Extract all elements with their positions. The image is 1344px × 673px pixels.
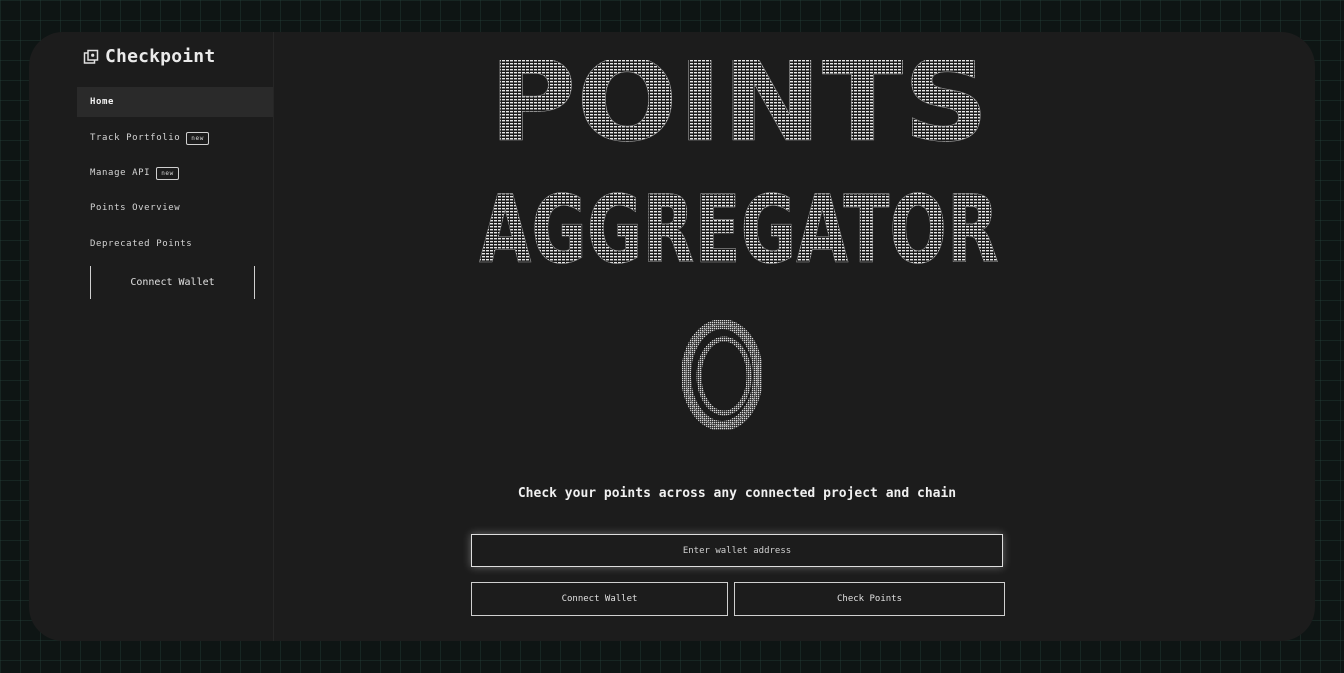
sidebar-item-points-overview[interactable]: Points Overview [77,193,273,223]
hero-line-2: AGGREGATOR [479,184,999,274]
sidebar-item-label: Track Portfolio [90,133,181,143]
sidebar-item-label: Points Overview [90,203,181,213]
connect-wallet-button[interactable]: Connect Wallet [471,582,728,616]
sidebar-item-label: Deprecated Points [90,239,193,249]
tagline: Check your points across any connected p… [517,486,957,501]
sidebar-item-deprecated-points[interactable]: Deprecated Points [77,229,273,259]
wallet-address-input[interactable] [471,534,1003,567]
brand-name: Checkpoint [105,46,216,67]
main-content: POINTS AGGREGATOR Check your points acro… [274,32,1315,641]
checkpoint-logo-icon [83,49,99,64]
sidebar-item-manage-api[interactable]: Manage API new [77,158,273,188]
brand[interactable]: Checkpoint [83,46,215,67]
sidebar-item-track-portfolio[interactable]: Track Portfolio new [77,123,273,153]
sidebar-item-label: Manage API [90,168,151,178]
sidebar-connect-wallet-button[interactable]: Connect Wallet [90,266,255,299]
hero-title-aggregator: AGGREGATOR [479,184,1000,274]
new-badge: new [156,166,179,180]
hero-title-points: POINTS [489,60,990,150]
check-points-button[interactable]: Check Points [734,582,1005,616]
app-window: Checkpoint Home Track Portfolio new Mana… [29,32,1315,641]
sidebar-item-label: Home [90,97,115,107]
ascii-ring-icon [682,320,762,430]
new-badge: new [186,131,209,145]
sidebar-item-home[interactable]: Home [77,87,273,117]
sidebar: Checkpoint Home Track Portfolio new Mana… [77,32,274,641]
hero-line-1: POINTS [489,60,989,150]
